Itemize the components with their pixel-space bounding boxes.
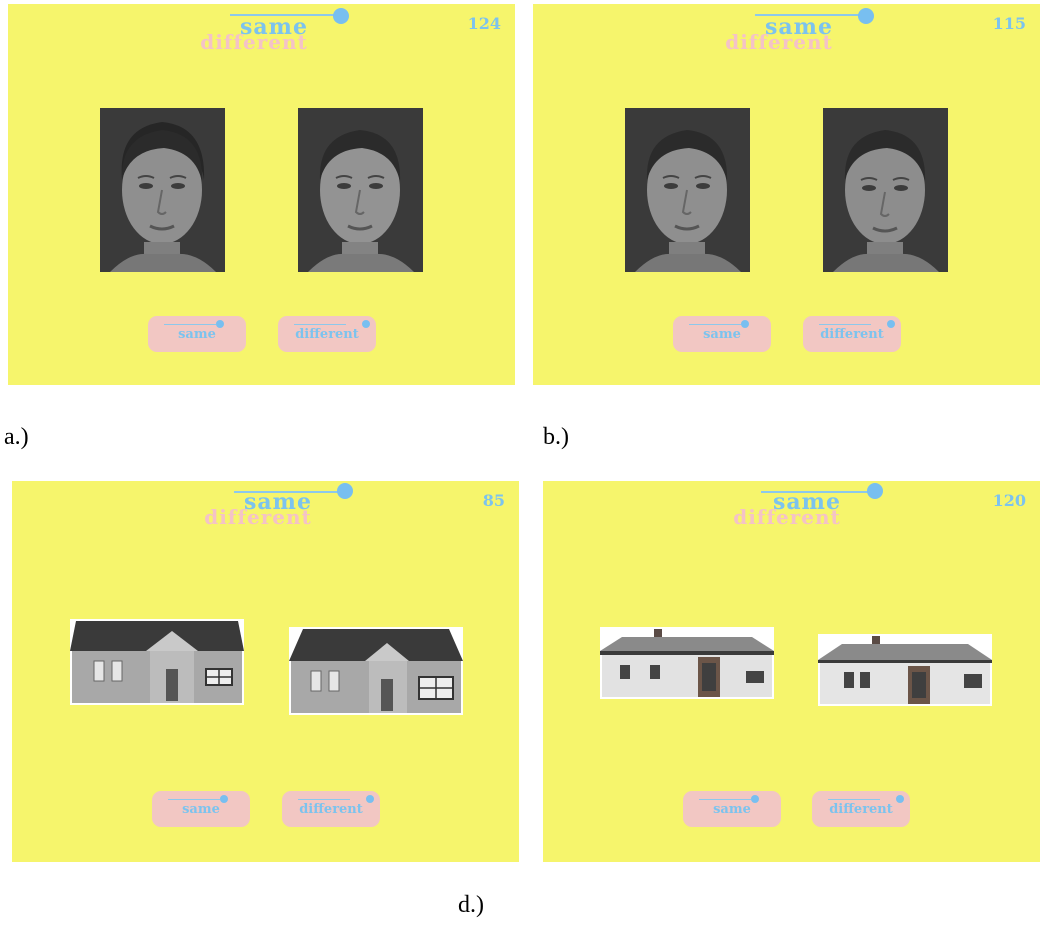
different-button[interactable]: different: [803, 316, 901, 352]
trial-counter: 85: [482, 491, 505, 510]
trial-counter: 120: [992, 491, 1026, 510]
same-button-label: same: [182, 801, 220, 817]
different-button-label: different: [299, 801, 363, 817]
trial-panel-a: same different 124 same different: [8, 4, 515, 385]
button-slider-dot: [216, 320, 224, 328]
button-slider-dot: [896, 795, 904, 803]
button-slider-dot: [751, 795, 759, 803]
house-image-right: [289, 627, 463, 715]
same-button[interactable]: same: [673, 316, 771, 352]
button-slider-line: [164, 324, 216, 325]
button-slider-dot: [887, 320, 895, 328]
house-image-right: [818, 634, 992, 706]
same-button-label: same: [713, 801, 751, 817]
different-button-label: different: [295, 326, 359, 342]
button-slider-dot: [366, 795, 374, 803]
same-button-label: same: [703, 326, 741, 342]
caption-b: b.): [543, 424, 569, 450]
same-button-label: same: [178, 326, 216, 342]
trial-panel-b: same different 115 same different: [533, 4, 1040, 385]
face-image-right: [298, 108, 423, 272]
face-image-left: [100, 108, 225, 272]
trial-panel-d: same different 120 same different: [543, 481, 1040, 862]
different-button-label: different: [829, 801, 893, 817]
button-slider-line: [828, 799, 880, 800]
trial-panel-c: same different 85 same different: [12, 481, 519, 862]
button-slider-dot: [741, 320, 749, 328]
caption-d: d.): [458, 892, 484, 918]
button-slider-line: [819, 324, 871, 325]
button-slider-line: [699, 799, 751, 800]
different-button[interactable]: different: [282, 791, 380, 827]
same-button[interactable]: same: [148, 316, 246, 352]
trial-counter: 124: [467, 14, 501, 33]
house-image-left: [70, 619, 244, 705]
different-button-label: different: [820, 326, 884, 342]
different-button[interactable]: different: [812, 791, 910, 827]
button-slider-dot: [362, 320, 370, 328]
button-slider-dot: [220, 795, 228, 803]
same-button[interactable]: same: [683, 791, 781, 827]
button-slider-line: [689, 324, 741, 325]
face-image-right: [823, 108, 948, 272]
caption-a: a.): [4, 424, 29, 450]
button-slider-line: [298, 799, 350, 800]
face-image-left: [625, 108, 750, 272]
title-different: different: [204, 505, 312, 529]
house-image-left: [600, 627, 774, 699]
title-different: different: [733, 505, 841, 529]
title-different: different: [200, 30, 308, 54]
different-button[interactable]: different: [278, 316, 376, 352]
button-slider-line: [294, 324, 346, 325]
same-button[interactable]: same: [152, 791, 250, 827]
trial-counter: 115: [992, 14, 1026, 33]
button-slider-line: [168, 799, 220, 800]
title-different: different: [725, 30, 833, 54]
